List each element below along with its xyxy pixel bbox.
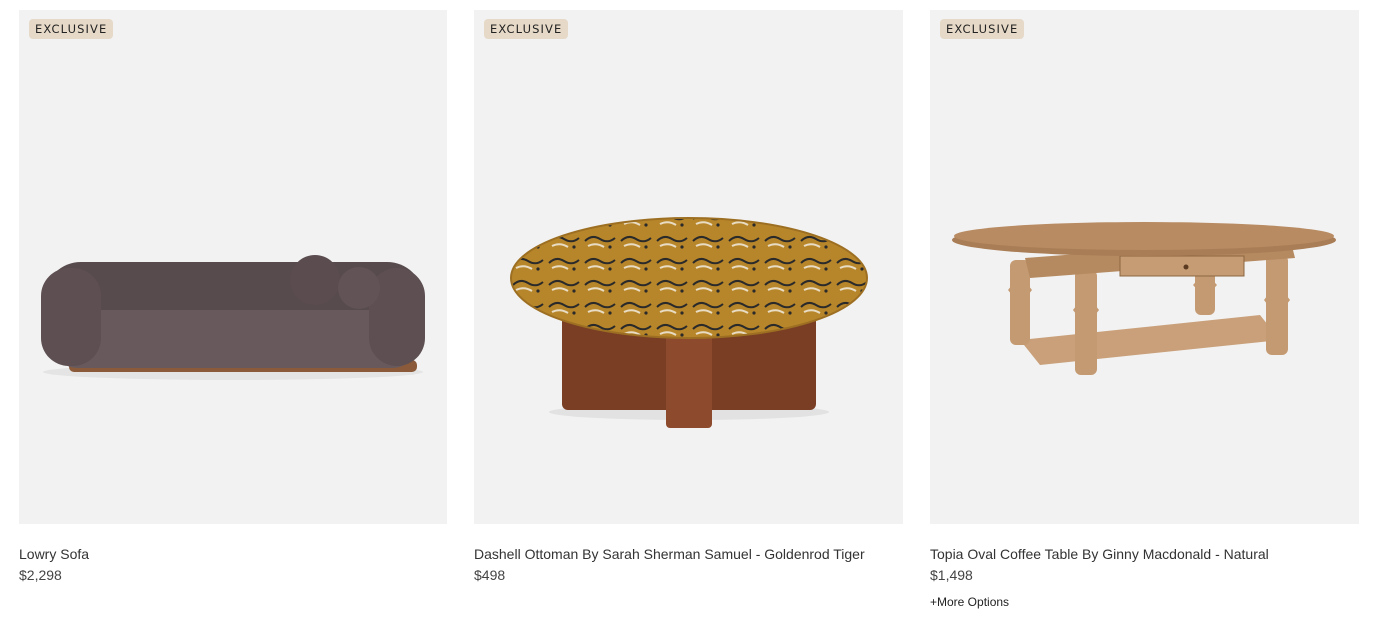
product-card-topia-coffee-table[interactable]: EXCLUSIVE Topia Oval Coffee Table By Gin… xyxy=(930,10,1359,609)
ottoman-image xyxy=(510,217,868,428)
product-image-tile[interactable]: EXCLUSIVE xyxy=(930,10,1359,524)
more-options-link[interactable]: +More Options xyxy=(930,595,1359,609)
sofa-image xyxy=(41,255,425,380)
product-name[interactable]: Dashell Ottoman By Sarah Sherman Samuel … xyxy=(474,545,903,563)
product-card-lowry-sofa[interactable]: EXCLUSIVE Lowry Sofa $2,298 xyxy=(19,10,447,609)
product-name[interactable]: Topia Oval Coffee Table By Ginny Macdona… xyxy=(930,545,1359,563)
exclusive-badge: EXCLUSIVE xyxy=(484,19,569,39)
product-name[interactable]: Lowry Sofa xyxy=(19,545,447,563)
product-card-dashell-ottoman[interactable]: EXCLUSIVE Dashell Ottoman By Sarah Sherm… xyxy=(474,10,903,609)
coffee-table-image xyxy=(952,222,1336,375)
product-image-tile[interactable]: EXCLUSIVE xyxy=(19,10,447,524)
product-grid: EXCLUSIVE Lowry Sofa $2,298 EXCLUSIVE Da… xyxy=(19,10,1359,609)
product-image-tile[interactable]: EXCLUSIVE xyxy=(474,10,903,524)
exclusive-badge: EXCLUSIVE xyxy=(940,19,1025,39)
exclusive-badge: EXCLUSIVE xyxy=(29,19,114,39)
product-price: $498 xyxy=(474,567,506,583)
product-price: $2,298 xyxy=(19,567,62,583)
product-price: $1,498 xyxy=(930,567,973,583)
